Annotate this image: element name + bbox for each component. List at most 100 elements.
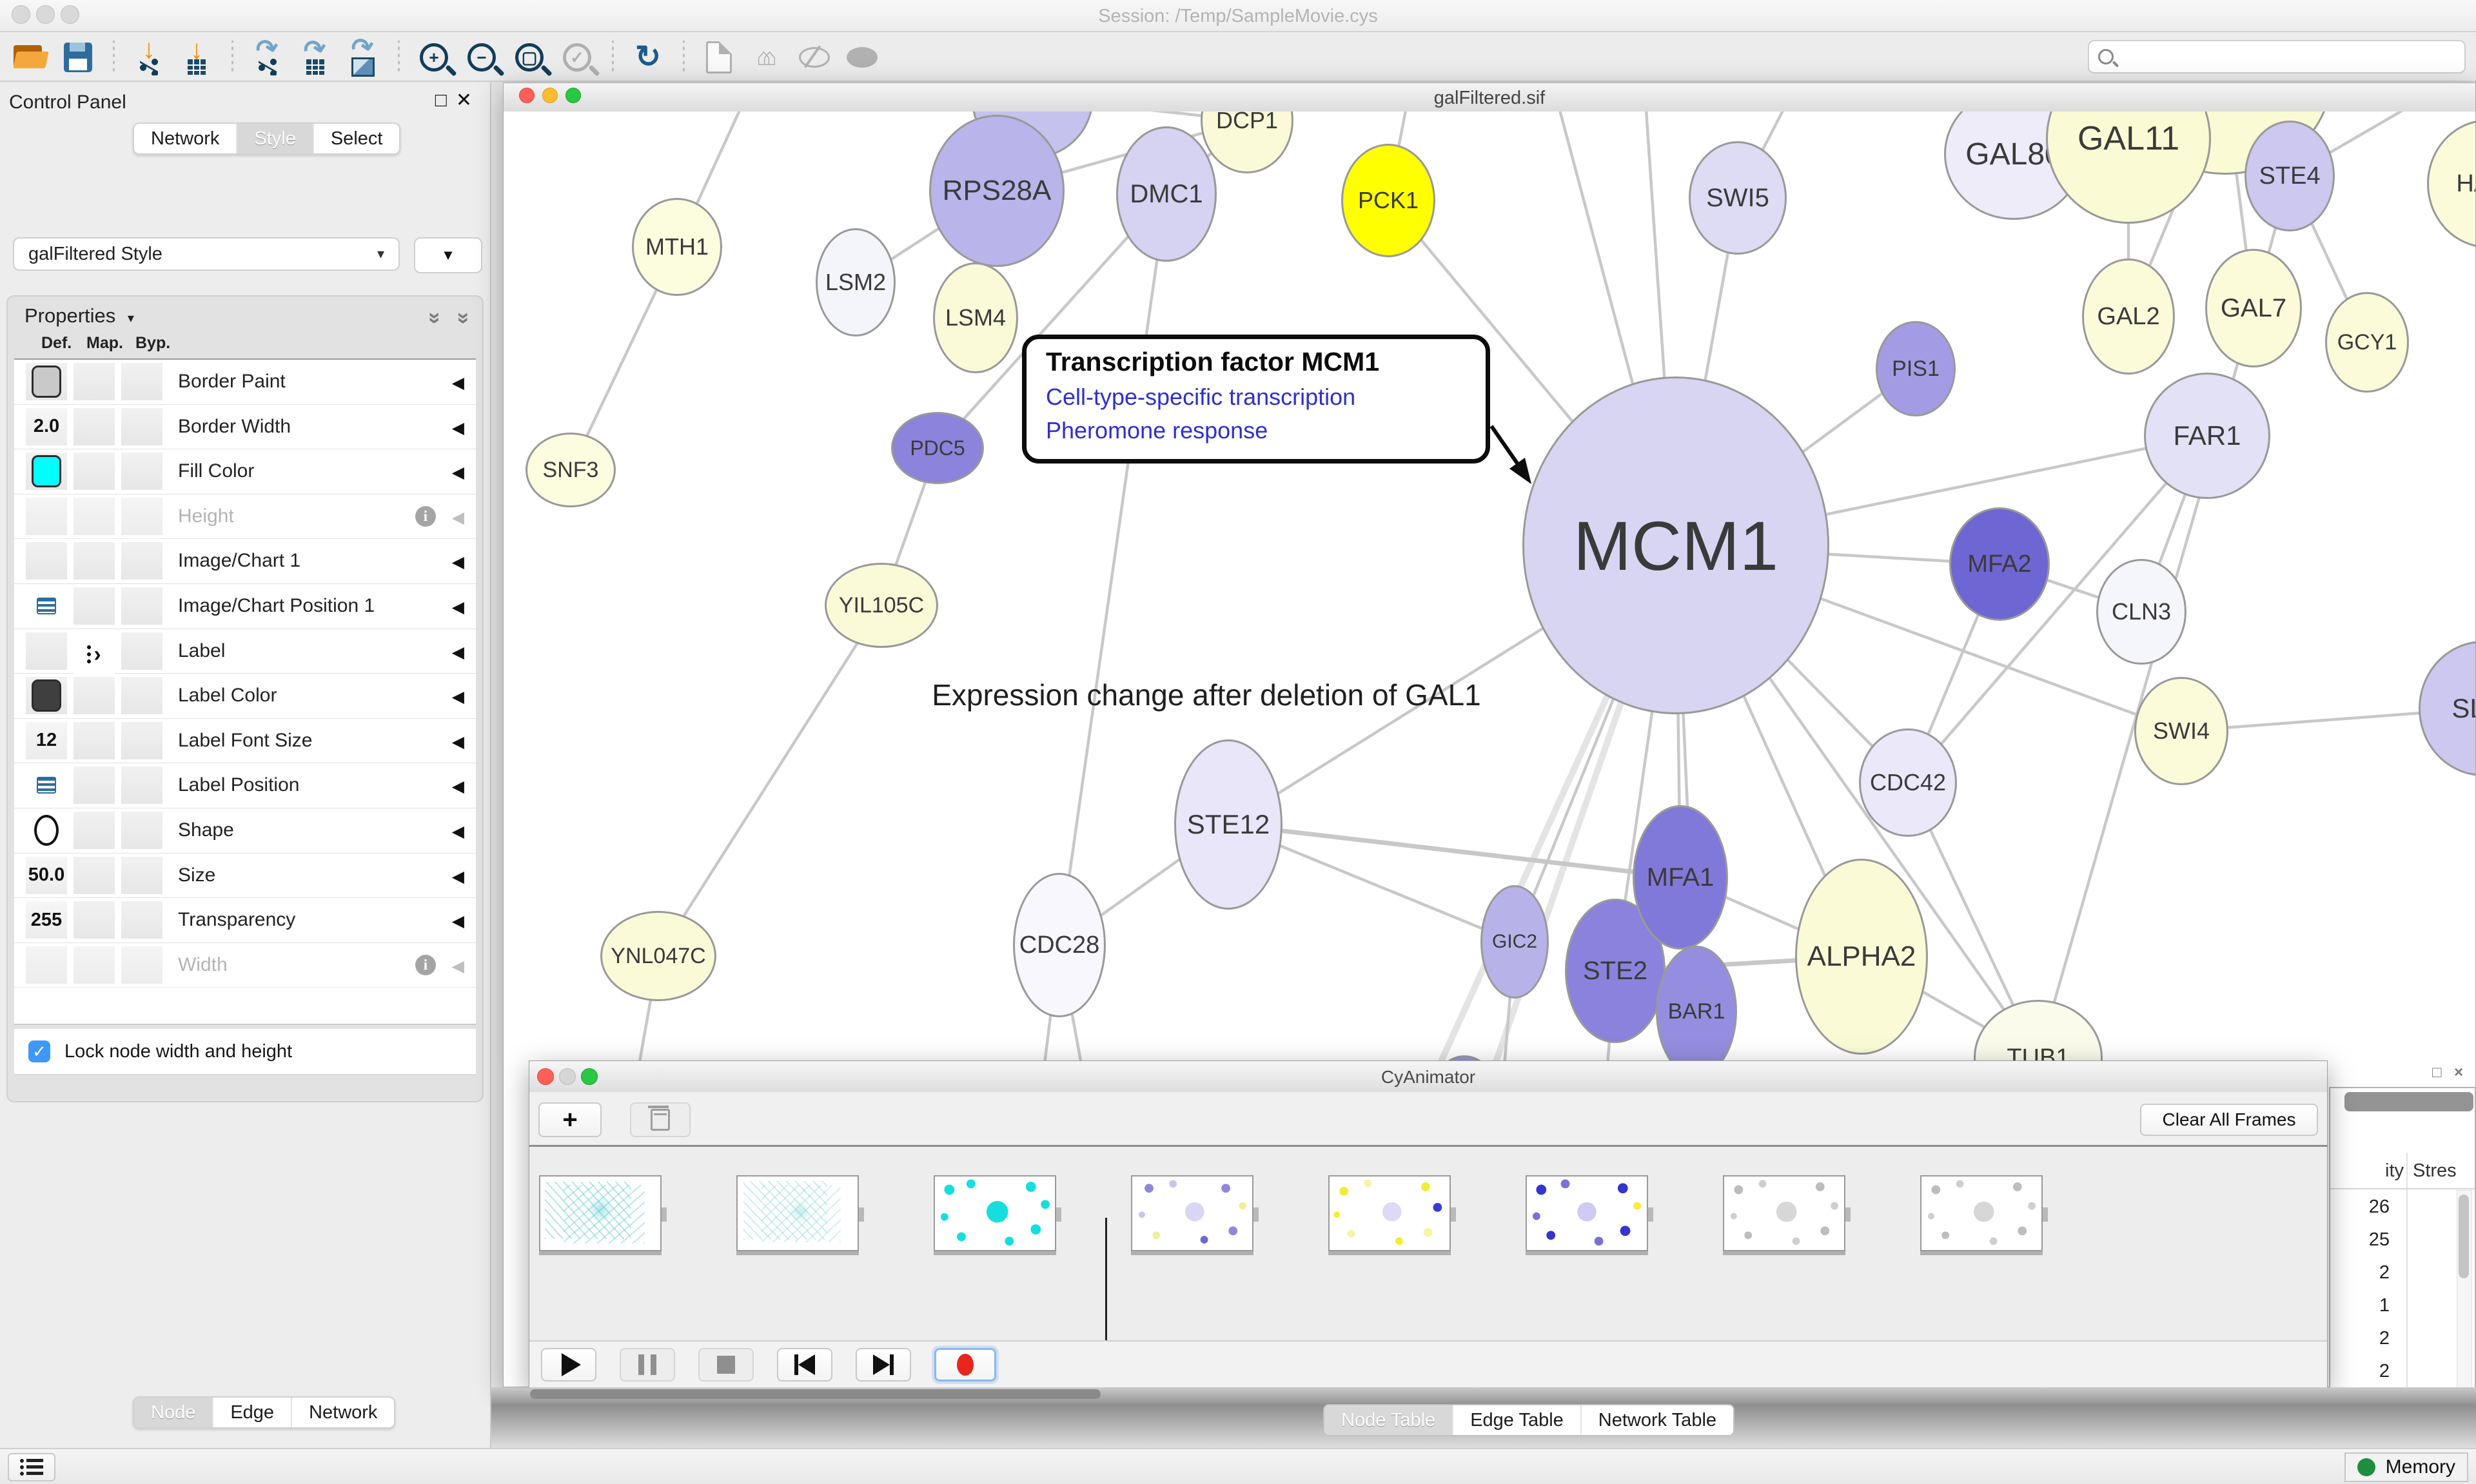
node-dmc1[interactable]: DMC1 (1116, 126, 1217, 262)
horizontal-scrollbar-thumb[interactable] (530, 1389, 1101, 1399)
default-value-cell[interactable] (26, 453, 67, 490)
close-panel-icon[interactable]: × (2454, 1064, 2463, 1082)
property-row-fill-color[interactable]: Fill Color◀ (14, 449, 476, 494)
node-rps28a[interactable]: RPS28A (929, 115, 1065, 267)
node-yil105c[interactable]: YIL105C (825, 563, 938, 648)
frame-thumbnail-5[interactable] (1526, 1175, 1648, 1251)
collapse-arrow[interactable]: ◀ (452, 912, 464, 931)
default-value-cell[interactable] (26, 766, 67, 804)
mapping-cell[interactable] (74, 498, 115, 535)
node-mfa1[interactable]: MFA1 (1633, 805, 1728, 950)
bypass-cell[interactable] (121, 632, 162, 670)
node-snf3[interactable]: SNF3 (526, 433, 616, 507)
node-mcm1[interactable]: MCM1 (1522, 376, 1829, 714)
collapse-arrow[interactable]: ◀ (452, 867, 464, 886)
mapping-cell[interactable] (74, 542, 115, 580)
bypass-cell[interactable] (121, 677, 162, 714)
expand-all-icon[interactable]: » (422, 312, 447, 324)
default-value-cell[interactable] (26, 812, 67, 849)
table-scrollbar[interactable] (2457, 1190, 2472, 1390)
bypass-cell[interactable] (121, 408, 162, 445)
node-cdc28[interactable]: CDC28 (1013, 873, 1106, 1017)
bypass-cell[interactable] (121, 453, 162, 490)
property-row-border-paint[interactable]: Border Paint◀ (14, 360, 476, 405)
mapping-cell[interactable] (74, 946, 115, 984)
property-row-label[interactable]: ›Label◀ (14, 629, 476, 674)
frame-thumbnail-3[interactable] (1131, 1175, 1253, 1251)
bypass-cell[interactable] (121, 946, 162, 984)
property-row-label-position[interactable]: Label Position◀ (14, 763, 476, 808)
mapping-cell[interactable] (74, 363, 115, 400)
mapping-cell[interactable] (74, 812, 115, 849)
property-row-size[interactable]: 50.0Size◀ (14, 854, 476, 899)
node-swi5[interactable]: SWI5 (1689, 141, 1787, 255)
default-value-cell[interactable]: 12 (26, 722, 67, 759)
property-row-transparency[interactable]: 255Transparency◀ (14, 898, 476, 943)
default-value-cell[interactable] (26, 946, 67, 984)
annotation-link[interactable]: Cell-type-specific transcription (1046, 384, 1486, 411)
default-value-cell[interactable] (26, 498, 67, 535)
mapping-cell[interactable] (74, 901, 115, 939)
table-column-header[interactable]: Stres (2413, 1160, 2457, 1182)
bypass-cell[interactable] (121, 722, 162, 759)
bypass-cell[interactable] (121, 857, 162, 894)
property-row-shape[interactable]: Shape◀ (14, 808, 476, 854)
memory-button[interactable]: Memory (2344, 1452, 2468, 1482)
default-value-cell[interactable] (26, 677, 67, 714)
bypass-cell[interactable] (121, 587, 162, 625)
node-mfa2[interactable]: MFA2 (1949, 507, 2050, 621)
export-image-icon[interactable]: ↷ (339, 37, 387, 77)
bypass-cell[interactable] (121, 901, 162, 939)
search-box[interactable] (2088, 40, 2466, 73)
collapse-arrow[interactable]: ◀ (452, 957, 464, 976)
property-row-image-chart-position-1[interactable]: Image/Chart Position 1◀ (14, 584, 476, 629)
node-ynl047c[interactable]: YNL047C (600, 911, 716, 1001)
property-row-image-chart-1[interactable]: Image/Chart 1◀ (14, 539, 476, 584)
float-panel-icon[interactable]: □ (2432, 1064, 2442, 1082)
frame-thumbnail-0[interactable] (539, 1175, 662, 1251)
node-gal7[interactable]: GAL7 (2205, 249, 2302, 367)
import-network-icon[interactable]: ↓ (125, 37, 173, 77)
annotation-link[interactable]: Pheromone response (1046, 417, 1486, 444)
delete-frame-button[interactable] (630, 1102, 691, 1137)
node-swi4[interactable]: SWI4 (2134, 677, 2228, 785)
collapse-arrow[interactable]: ◀ (452, 508, 464, 527)
default-value-cell[interactable]: 255 (26, 901, 67, 939)
default-value-cell[interactable]: 2.0 (26, 408, 67, 445)
bypass-cell[interactable] (121, 363, 162, 400)
panel-window-buttons[interactable]: □✕ (435, 89, 481, 112)
style-selector[interactable]: galFiltered Style ▾ (13, 237, 400, 271)
play-button[interactable] (541, 1348, 596, 1381)
property-row-label-font-size[interactable]: 12Label Font Size◀ (14, 719, 476, 764)
tab-edge-table[interactable]: Edge Table (1453, 1405, 1582, 1435)
search-input[interactable] (2121, 46, 2464, 68)
tab-network[interactable]: Network (134, 124, 237, 153)
node-lsm2[interactable]: LSM2 (816, 228, 896, 337)
collapse-arrow[interactable]: ◀ (452, 777, 464, 796)
property-row-label-color[interactable]: Label Color◀ (14, 674, 476, 719)
node-bar1[interactable]: BAR1 (1656, 946, 1737, 1077)
refresh-icon[interactable]: ↻ (624, 37, 672, 77)
node-ste4[interactable]: STE4 (2245, 121, 2335, 231)
save-icon[interactable] (54, 37, 102, 77)
default-value-cell[interactable] (26, 632, 67, 670)
collapse-all-icon[interactable]: « (449, 312, 475, 324)
collapse-arrow[interactable]: ◀ (452, 643, 464, 662)
node-gcy1[interactable]: GCY1 (2325, 292, 2409, 393)
lock-size-checkbox[interactable]: ✓ (28, 1040, 50, 1062)
tab-edge[interactable]: Edge (213, 1398, 292, 1427)
default-value-cell[interactable]: 50.0 (26, 857, 67, 894)
node-far1[interactable]: FAR1 (2144, 373, 2270, 499)
table-column-header[interactable]: ity (2346, 1160, 2404, 1182)
collapse-arrow[interactable]: ◀ (452, 552, 464, 572)
open-folder-icon[interactable] (6, 37, 54, 77)
tab-style[interactable]: Style (237, 124, 313, 153)
frame-thumbnail-1[interactable] (736, 1175, 859, 1251)
collapse-arrow[interactable]: ◀ (452, 598, 464, 617)
node-alpha2[interactable]: ALPHA2 (1795, 859, 1928, 1055)
edge[interactable] (1059, 194, 1166, 945)
record-button[interactable] (934, 1348, 996, 1381)
tab-select[interactable]: Select (314, 124, 400, 153)
collapse-arrow[interactable]: ◀ (452, 822, 464, 841)
frame-thumbnail-2[interactable] (934, 1175, 1056, 1251)
